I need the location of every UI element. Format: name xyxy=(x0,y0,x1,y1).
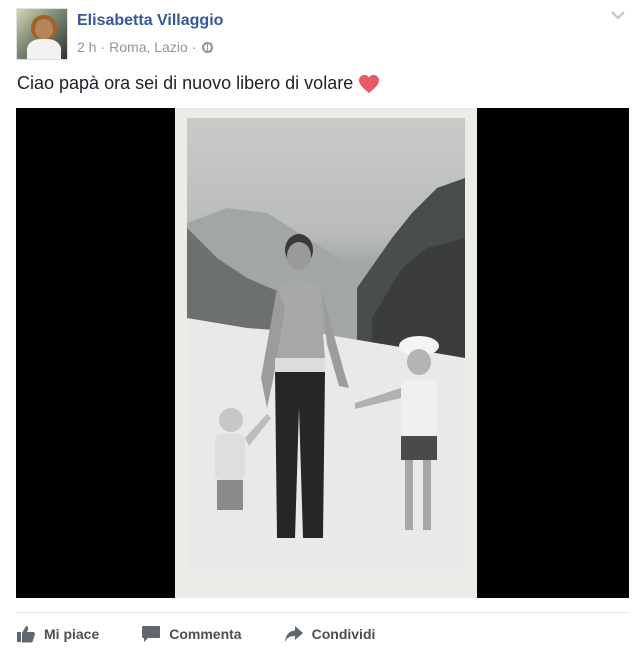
photo-scene xyxy=(187,118,465,573)
meta-separator: · xyxy=(191,39,197,55)
avatar-face xyxy=(35,19,53,39)
avatar[interactable] xyxy=(16,8,68,60)
post-timestamp[interactable]: 2 h xyxy=(77,39,96,55)
chevron-down-icon[interactable] xyxy=(611,10,625,20)
actions-divider xyxy=(16,612,629,613)
author-name-link[interactable]: Elisabetta Villaggio xyxy=(77,12,223,30)
comment-label: Commenta xyxy=(169,626,242,642)
heart-icon xyxy=(359,74,380,93)
globe-icon[interactable] xyxy=(202,41,214,53)
post-location[interactable]: Roma, Lazio xyxy=(109,39,188,55)
post-meta: 2 h · Roma, Lazio · xyxy=(77,39,214,55)
meta-separator: · xyxy=(100,39,106,55)
comment-icon xyxy=(142,626,161,642)
post-actions: Mi piace Commenta Condividi xyxy=(16,620,417,648)
feed-post: Elisabetta Villaggio 2 h · Roma, Lazio ·… xyxy=(0,0,639,650)
photo-illustration xyxy=(187,178,465,573)
share-icon xyxy=(284,626,303,642)
share-label: Condividi xyxy=(311,626,376,642)
thumbs-up-icon xyxy=(17,626,35,643)
like-label: Mi piace xyxy=(44,626,100,642)
comment-button[interactable]: Commenta xyxy=(141,620,242,648)
post-message: Ciao papà ora sei di nuovo libero di vol… xyxy=(17,73,354,93)
photo-print xyxy=(175,108,477,598)
post-photo[interactable] xyxy=(16,108,629,598)
like-button[interactable]: Mi piace xyxy=(16,620,99,648)
post-text: Ciao papà ora sei di nuovo libero di vol… xyxy=(17,73,380,94)
share-button[interactable]: Condividi xyxy=(284,620,376,648)
avatar-body xyxy=(27,39,61,59)
